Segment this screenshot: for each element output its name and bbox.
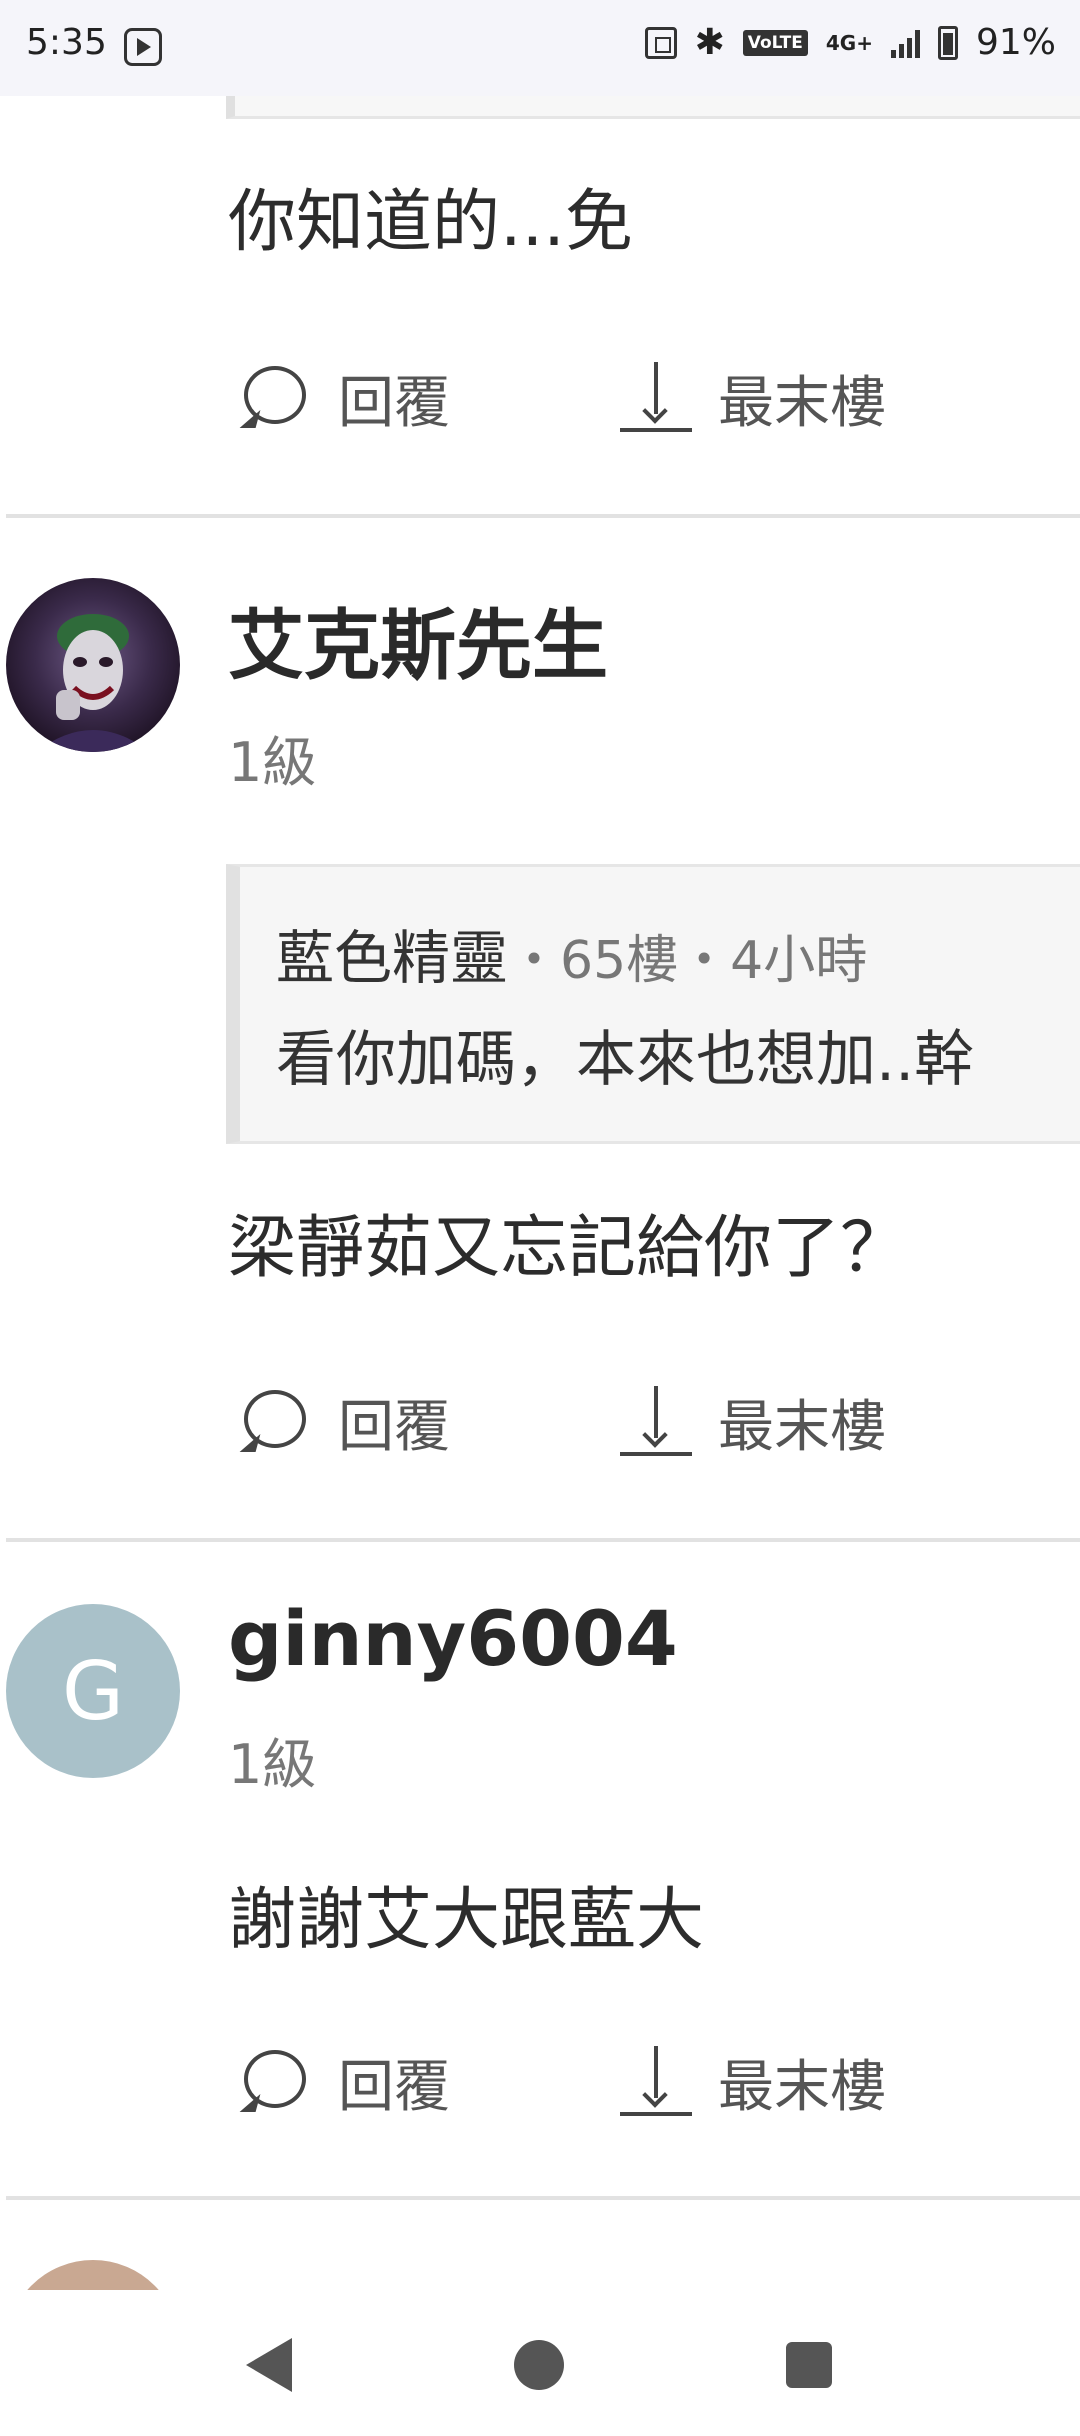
reply-label: 回覆 — [338, 370, 450, 436]
reply-label: 回覆 — [338, 1394, 450, 1460]
reply-label: 回覆 — [338, 2054, 450, 2120]
avatar[interactable] — [6, 578, 180, 752]
quote-author: 藍色精靈 — [276, 924, 509, 992]
nfc-icon — [644, 26, 677, 59]
download-arrow-icon — [620, 1382, 692, 1462]
comment-bubble-icon — [240, 2046, 312, 2118]
screen-record-icon — [124, 28, 162, 66]
battery-percent: 91% — [975, 22, 1056, 63]
reply-button[interactable]: 回覆 — [240, 348, 450, 448]
last-floor-label: 最末樓 — [718, 2054, 886, 2120]
system-navigation-bar — [0, 2290, 1080, 2436]
comment-body: 你知道的...免 — [228, 183, 633, 262]
status-time: 5:35 — [26, 22, 107, 63]
last-floor-label: 最末樓 — [718, 370, 886, 436]
previous-quote-box — [226, 96, 1080, 119]
comment-author[interactable]: 艾克斯先生 — [228, 584, 608, 694]
status-icons: ✱ VoLTE 4G+ 91% — [644, 22, 1056, 63]
comment-body: 梁靜茹又忘記給你了？ — [228, 1209, 909, 1288]
battery-icon — [937, 25, 958, 60]
comment-actions: 回覆 最末樓 — [228, 2032, 988, 2132]
last-floor-button[interactable]: 最末樓 — [620, 2032, 886, 2132]
comment-actions: 回覆 最末樓 — [228, 348, 988, 448]
download-arrow-icon — [620, 2042, 692, 2122]
avatar[interactable]: G — [6, 1604, 180, 1778]
reply-button[interactable]: 回覆 — [240, 1372, 450, 1472]
quoted-comment[interactable]: 藍色精靈・65樓・4小時 看你加碼，本來也想加..幹 — [226, 864, 1080, 1144]
last-floor-button[interactable]: 最末樓 — [620, 1372, 886, 1472]
quote-header: 藍色精靈・65樓・4小時 — [276, 911, 867, 995]
comment-author[interactable]: ginny6004 — [228, 1594, 678, 1683]
quote-meta: ・65樓・4小時 — [508, 931, 868, 991]
avatar-letter: G — [62, 1644, 124, 1738]
comment-body: 謝謝艾大跟藍大 — [228, 1881, 705, 1960]
comment-bubble-icon — [240, 1386, 312, 1458]
bluetooth-icon: ✱ — [694, 22, 725, 63]
home-icon[interactable] — [514, 2340, 564, 2390]
last-floor-label: 最末樓 — [718, 1394, 886, 1460]
status-bar: 5:35 ✱ VoLTE 4G+ 91% — [0, 0, 1080, 96]
comment-actions: 回覆 最末樓 — [228, 1372, 988, 1472]
reply-button[interactable]: 回覆 — [240, 2032, 450, 2132]
recent-apps-icon[interactable] — [786, 2342, 832, 2388]
signal-icon — [890, 28, 920, 58]
comment-separator — [6, 1538, 1080, 1542]
comment-list: 你知道的...免 回覆 最末樓 艾克斯先生 1級 藍色精靈・65樓・4小時 看你… — [0, 96, 1080, 2290]
comment-separator — [6, 514, 1080, 518]
network-type: 4G+ — [825, 30, 873, 55]
download-arrow-icon — [620, 358, 692, 438]
back-icon[interactable] — [246, 2338, 292, 2392]
last-floor-button[interactable]: 最末樓 — [620, 348, 886, 448]
author-level: 1級 — [228, 1733, 317, 1796]
quote-text: 看你加碼，本來也想加..幹 — [276, 1025, 975, 1095]
comment-bubble-icon — [240, 362, 312, 434]
volte-icon: VoLTE — [742, 29, 808, 56]
comment-separator — [6, 2196, 1080, 2200]
avatar[interactable] — [6, 2260, 180, 2290]
author-level: 1級 — [228, 731, 317, 794]
